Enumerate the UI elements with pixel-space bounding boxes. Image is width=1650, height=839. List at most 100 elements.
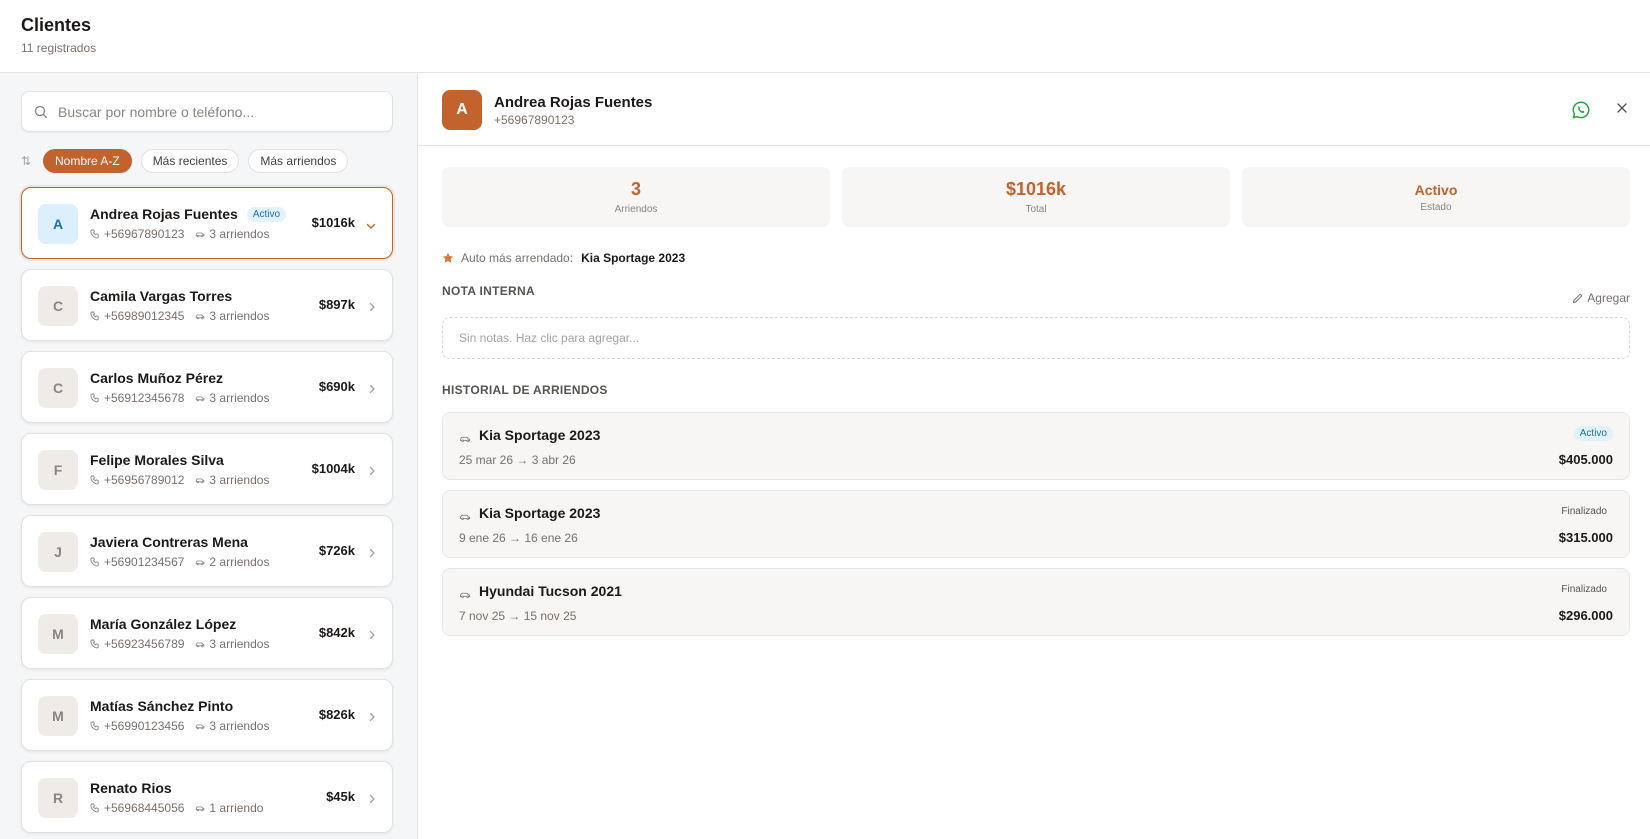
rental-car-name: Hyundai Tucson 2021	[479, 583, 622, 599]
search-input[interactable]	[58, 92, 388, 131]
client-card[interactable]: R Renato Rios +56968445056 1 arriendo $45k	[21, 761, 393, 833]
client-total-amount: $1004k	[311, 461, 355, 476]
client-rental-count: 3 arriendos	[209, 227, 270, 241]
detail-client-phone: +56967890123	[494, 113, 575, 127]
car-icon	[460, 436, 470, 443]
client-card[interactable]: A Andrea Rojas Fuentes Activo +56967890123 3…	[21, 187, 393, 259]
car-icon	[196, 478, 205, 483]
client-total-amount: $1016k	[311, 215, 355, 230]
client-card[interactable]: M María González López +56923456789 3 arrie…	[21, 597, 393, 669]
client-count: 11 registrados	[21, 41, 97, 55]
stat-rentals-label: Arriendos	[614, 204, 658, 215]
rental-dates: 9 ene 26 → 16 ene 26	[459, 531, 578, 545]
stat-total-value: $1016k	[1005, 179, 1067, 199]
client-card[interactable]: F Felipe Morales Silva +56956789012 3 arrie…	[21, 433, 393, 505]
phone-icon	[90, 311, 99, 321]
close-icon[interactable]	[1615, 101, 1629, 120]
client-total-amount: $45k	[326, 789, 355, 804]
phone-icon	[90, 557, 99, 567]
rental-amount: $405.000	[1558, 452, 1613, 467]
client-card[interactable]: J Javiera Contreras Mena +56901234567 2 arr…	[21, 515, 393, 587]
sort-name-az-button[interactable]: Nombre A-Z	[43, 149, 132, 173]
client-total-amount: $842k	[318, 625, 355, 640]
stat-status-value: Activo	[1414, 181, 1458, 198]
avatar: A	[38, 204, 78, 244]
avatar: C	[38, 286, 78, 326]
car-icon	[196, 724, 205, 729]
history-section-title: HISTORIAL DE ARRIENDOS	[442, 383, 608, 397]
search-icon	[34, 105, 48, 119]
client-phone: +56901234567	[104, 555, 185, 569]
note-box[interactable]: Sin notas. Haz clic para agregar...	[442, 317, 1630, 359]
rental-item[interactable]: Hyundai Tucson 2021 7 nov 25 → 15 nov 25 F…	[442, 568, 1630, 636]
sort-bar: ⇅ Nombre A-Z Más recientes Más arriendos	[21, 149, 349, 173]
status-badge: Activo	[246, 206, 287, 222]
chevron-right-icon	[369, 384, 375, 394]
client-phone: +56990123456	[104, 719, 185, 733]
client-total-amount: $690k	[318, 379, 355, 394]
rental-item[interactable]: Kia Sportage 2023 25 mar 26 → 3 abr 26 Act…	[442, 412, 1630, 480]
client-name: Javiera Contreras Mena	[90, 534, 248, 550]
sort-most-rentals-button[interactable]: Más arriendos	[248, 149, 349, 173]
client-rental-count: 3 arriendos	[209, 309, 270, 323]
favorite-car: Auto más arrendado: Kia Sportage 2023	[442, 251, 685, 265]
stat-status: Activo Estado	[1242, 167, 1630, 227]
stat-total-label: Total	[1025, 204, 1047, 215]
phone-icon	[90, 721, 99, 731]
phone-icon	[90, 475, 99, 485]
avatar: C	[38, 368, 78, 408]
search-box[interactable]	[21, 91, 393, 132]
phone-icon	[90, 639, 99, 649]
client-card[interactable]: C Carlos Muñoz Pérez +56912345678 3 arriend…	[21, 351, 393, 423]
add-note-label: Agregar	[1587, 291, 1630, 305]
client-name: Felipe Morales Silva	[90, 452, 224, 468]
rental-dates: 25 mar 26 → 3 abr 26	[459, 453, 576, 467]
client-name: Andrea Rojas Fuentes	[90, 206, 238, 222]
page-header: Clientes 11 registrados	[0, 0, 1650, 73]
client-name: Matías Sánchez Pinto	[90, 698, 234, 714]
chevron-right-icon	[369, 712, 375, 722]
stats-row: 3 Arriendos $1016k Total Activo Estado	[442, 167, 1630, 227]
page-title: Clientes	[21, 15, 92, 35]
chevron-right-icon	[369, 548, 375, 558]
car-icon	[196, 314, 205, 319]
client-phone: +56912345678	[104, 391, 185, 405]
client-phone: +56956789012	[104, 473, 185, 487]
star-icon	[442, 252, 454, 263]
note-section-title: NOTA INTERNA	[442, 284, 535, 298]
client-total-amount: $826k	[318, 707, 355, 722]
client-total-amount: $726k	[318, 543, 355, 558]
avatar: R	[38, 778, 78, 818]
detail-header: A Andrea Rojas Fuentes +56967890123	[418, 73, 1650, 146]
client-detail-panel: A Andrea Rojas Fuentes +56967890123 3 Ar…	[418, 73, 1650, 839]
favorite-car-label: Auto más arrendado:	[461, 251, 574, 265]
detail-avatar: A	[442, 90, 482, 130]
note-placeholder: Sin notas. Haz clic para agregar...	[459, 331, 640, 345]
detail-client-name: Andrea Rojas Fuentes	[494, 94, 653, 111]
rental-car-name: Kia Sportage 2023	[479, 505, 601, 521]
car-icon	[196, 232, 205, 237]
rental-status-badge: Activo	[1573, 426, 1613, 441]
car-icon	[196, 642, 205, 647]
avatar: M	[38, 696, 78, 736]
sort-recent-button[interactable]: Más recientes	[140, 149, 240, 173]
car-icon	[460, 514, 470, 521]
rental-history: Kia Sportage 2023 25 mar 26 → 3 abr 26 Act…	[442, 412, 1630, 646]
client-total-amount: $897k	[318, 297, 355, 312]
client-card[interactable]: M Matías Sánchez Pinto +56990123456 3 arrie…	[21, 679, 393, 751]
client-phone: +56967890123	[104, 227, 185, 241]
rental-amount: $315.000	[1558, 530, 1613, 545]
rental-status-badge: Finalizado	[1561, 506, 1607, 517]
client-name: María González López	[90, 616, 237, 632]
stat-rentals-value: 3	[630, 179, 641, 199]
favorite-car-value: Kia Sportage 2023	[581, 251, 686, 265]
client-rental-count: 3 arriendos	[209, 637, 270, 651]
whatsapp-icon[interactable]	[1571, 100, 1591, 125]
rental-dates: 7 nov 25 → 15 nov 25	[459, 609, 577, 623]
sort-arrows-icon: ⇅	[21, 154, 32, 168]
car-icon	[196, 560, 205, 565]
chevron-right-icon	[369, 794, 375, 804]
client-card[interactable]: C Camila Vargas Torres +56989012345 3 arrie…	[21, 269, 393, 341]
rental-item[interactable]: Kia Sportage 2023 9 ene 26 → 16 ene 26 Fin…	[442, 490, 1630, 558]
add-note-button[interactable]: Agregar	[1572, 291, 1630, 305]
